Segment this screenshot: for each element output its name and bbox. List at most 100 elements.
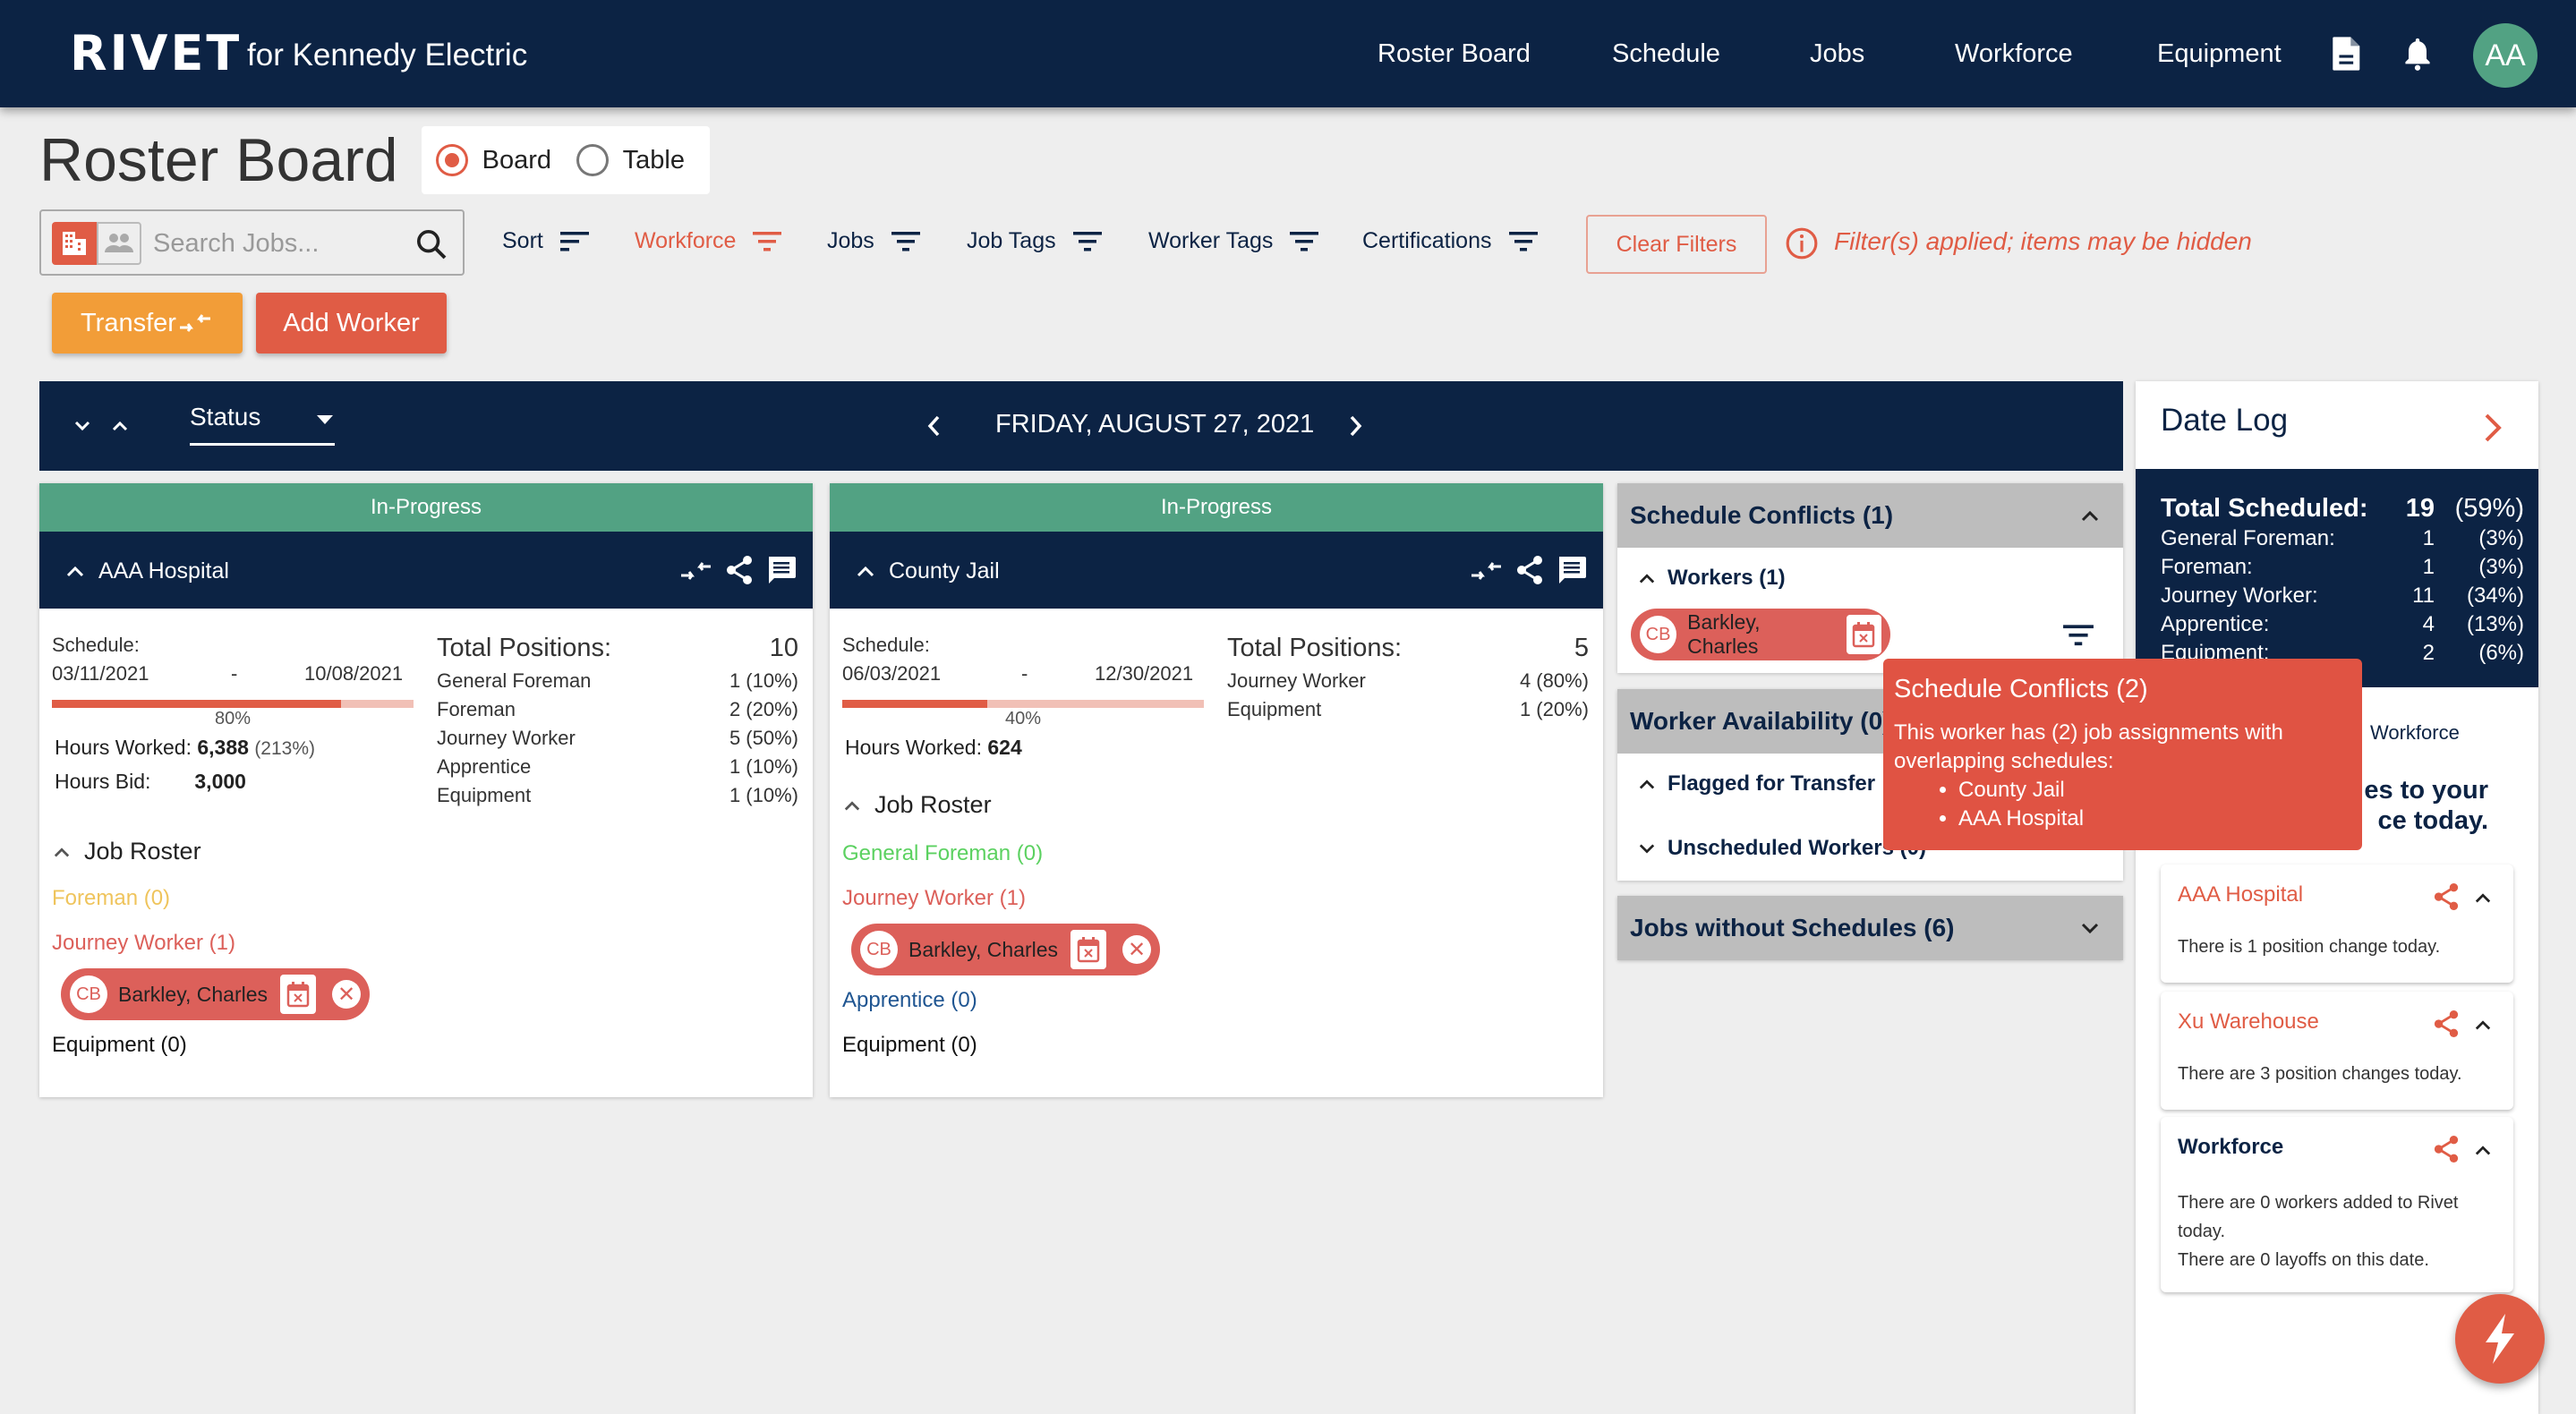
document-icon[interactable] — [2331, 36, 2363, 72]
job-card-aaa-hospital: In-Progress AAA Hospital Schedule: 03/11… — [39, 483, 813, 1097]
collapse-all-icon[interactable] — [72, 415, 93, 437]
table-radio[interactable] — [576, 144, 609, 176]
transfer-arrows-icon — [179, 314, 210, 332]
jobs-filter[interactable]: Jobs — [827, 228, 921, 254]
position-role: Equipment — [1227, 698, 1322, 720]
board-radio[interactable] — [436, 144, 468, 176]
share-icon[interactable] — [2433, 1135, 2460, 1163]
schedule-conflicts-header[interactable]: Schedule Conflicts (1) — [1617, 483, 2123, 548]
chevron-right-icon[interactable] — [2481, 412, 2504, 444]
job-name[interactable]: County Jail — [889, 558, 1000, 584]
clear-filters-button[interactable]: Clear Filters — [1586, 215, 1767, 274]
job-roster-toggle[interactable]: Job Roster — [842, 791, 992, 819]
table-radio-label[interactable]: Table — [623, 146, 685, 175]
job-tags-filter[interactable]: Job Tags — [967, 228, 1103, 254]
roster-role-journey-worker[interactable]: Journey Worker (1) — [52, 931, 235, 956]
roster-role-equipment[interactable]: Equipment (0) — [842, 1033, 977, 1058]
share-icon[interactable] — [1515, 555, 1544, 585]
comment-icon[interactable] — [1557, 555, 1587, 585]
job-name[interactable]: AAA Hospital — [98, 558, 229, 584]
tooltip-list-item: AAA Hospital — [1958, 805, 2351, 833]
flagged-for-transfer-toggle[interactable]: Flagged for Transfer — [1637, 771, 1875, 796]
date-log-card-title[interactable]: Xu Warehouse — [2178, 1009, 2319, 1035]
sort-filter[interactable]: Sort — [502, 228, 590, 254]
board-radio-label[interactable]: Board — [482, 146, 551, 175]
filter-icon — [891, 231, 920, 251]
comment-icon[interactable] — [766, 555, 797, 585]
search-box — [39, 209, 465, 276]
status-select[interactable]: Status — [190, 403, 335, 446]
calendar-conflict-icon[interactable] — [1846, 615, 1881, 654]
workforce-filter[interactable]: Workforce — [635, 228, 782, 254]
certifications-filter[interactable]: Certifications — [1362, 228, 1539, 254]
schedule-conflicts-title: Schedule Conflicts (1) — [1630, 501, 1894, 529]
search-input[interactable] — [153, 224, 422, 263]
workers-toggle[interactable]: Workers (1) — [1637, 566, 1786, 591]
date-log-card-title[interactable]: Workforce — [2178, 1135, 2283, 1160]
roster-role-apprentice[interactable]: Apprentice (0) — [842, 988, 977, 1013]
bell-icon[interactable] — [2401, 36, 2434, 72]
tooltip-list-item: County Jail — [1958, 776, 2351, 805]
share-icon[interactable] — [725, 555, 754, 585]
chevron-up-icon[interactable] — [855, 562, 876, 580]
remove-worker-icon[interactable]: ✕ — [1122, 935, 1152, 964]
next-date-icon[interactable] — [1343, 412, 1368, 440]
transfer-button[interactable]: Transfer — [52, 293, 243, 354]
roster-role-equipment[interactable]: Equipment (0) — [52, 1033, 187, 1058]
transfer-arrows-icon[interactable] — [1471, 556, 1503, 584]
nav-workforce[interactable]: Workforce — [1955, 39, 2073, 69]
roster-role-journey-worker[interactable]: Journey Worker (1) — [842, 886, 1026, 911]
chevron-up-icon[interactable] — [2472, 1142, 2494, 1158]
conflict-worker-chip[interactable]: CB Barkley, Charles — [1631, 609, 1890, 660]
sort-icon — [559, 231, 589, 251]
transfer-label: Transfer — [81, 308, 176, 337]
search-jobs-mode-button[interactable] — [52, 222, 97, 265]
nav-equipment[interactable]: Equipment — [2157, 39, 2282, 69]
transfer-arrows-icon[interactable] — [680, 556, 712, 584]
date-bar: Status FRIDAY, AUGUST 27, 2021 — [39, 381, 2123, 471]
tab-workforce[interactable]: Workforce — [2370, 721, 2460, 745]
date-log-card-title[interactable]: AAA Hospital — [2178, 882, 2303, 907]
add-worker-button[interactable]: Add Worker — [256, 293, 447, 354]
user-avatar[interactable]: AA — [2473, 23, 2538, 88]
chevron-up-icon[interactable] — [2472, 1017, 2494, 1033]
share-icon[interactable] — [2433, 1009, 2460, 1038]
job-status-banner: In-Progress — [39, 483, 813, 532]
search-icon[interactable] — [414, 226, 449, 262]
nav-jobs[interactable]: Jobs — [1810, 39, 1864, 69]
worker-chip[interactable]: CB Barkley, Charles ✕ — [61, 968, 371, 1020]
position-value: 1 (10%) — [729, 784, 798, 806]
jobs-without-schedules-header[interactable]: Jobs without Schedules (6) — [1617, 896, 2123, 960]
position-row: Equipment 1 (20%) — [1227, 698, 1589, 727]
stat-label: Apprentice: — [2161, 612, 2270, 636]
expand-all-icon[interactable] — [109, 415, 131, 437]
worker-tags-filter[interactable]: Worker Tags — [1148, 228, 1319, 254]
position-role: Journey Worker — [1227, 669, 1366, 692]
search-workers-mode-button[interactable] — [97, 222, 141, 265]
position-role: Apprentice — [437, 755, 532, 778]
calendar-conflict-icon[interactable] — [1070, 930, 1107, 969]
previous-date-icon[interactable] — [922, 412, 947, 440]
top-navigation-bar: RIVET for Kennedy Electric Roster Board … — [0, 0, 2576, 107]
roster-role-foreman[interactable]: Foreman (0) — [52, 886, 170, 911]
worker-chip[interactable]: CB Barkley, Charles ✕ — [851, 924, 1161, 975]
calendar-conflict-icon[interactable] — [280, 975, 317, 1014]
quick-actions-button[interactable] — [2455, 1294, 2545, 1384]
position-row: General Foreman 1 (10%) — [437, 669, 798, 698]
stat-label: Journey Worker: — [2161, 583, 2318, 608]
roster-role-general-foreman[interactable]: General Foreman (0) — [842, 841, 1043, 866]
nav-schedule[interactable]: Schedule — [1612, 39, 1720, 69]
chevron-up-icon[interactable] — [64, 562, 86, 580]
total-positions-value: 5 — [1574, 634, 1589, 662]
chevron-up-icon[interactable] — [2472, 890, 2494, 906]
remove-worker-icon[interactable]: ✕ — [332, 980, 362, 1009]
share-icon[interactable] — [2433, 882, 2460, 911]
job-roster-toggle[interactable]: Job Roster — [52, 838, 201, 865]
schedule-progress-bar — [52, 700, 414, 708]
nav-roster-board[interactable]: Roster Board — [1378, 39, 1531, 69]
filter-icon[interactable] — [2062, 622, 2094, 649]
rivet-logo[interactable]: RIVET — [70, 25, 242, 81]
worker-name: Barkley, Charles — [908, 937, 1059, 961]
total-positions: Total Positions: 10 General Foreman 1 (10%… — [437, 634, 798, 813]
stat-count: 2 — [2422, 641, 2435, 665]
